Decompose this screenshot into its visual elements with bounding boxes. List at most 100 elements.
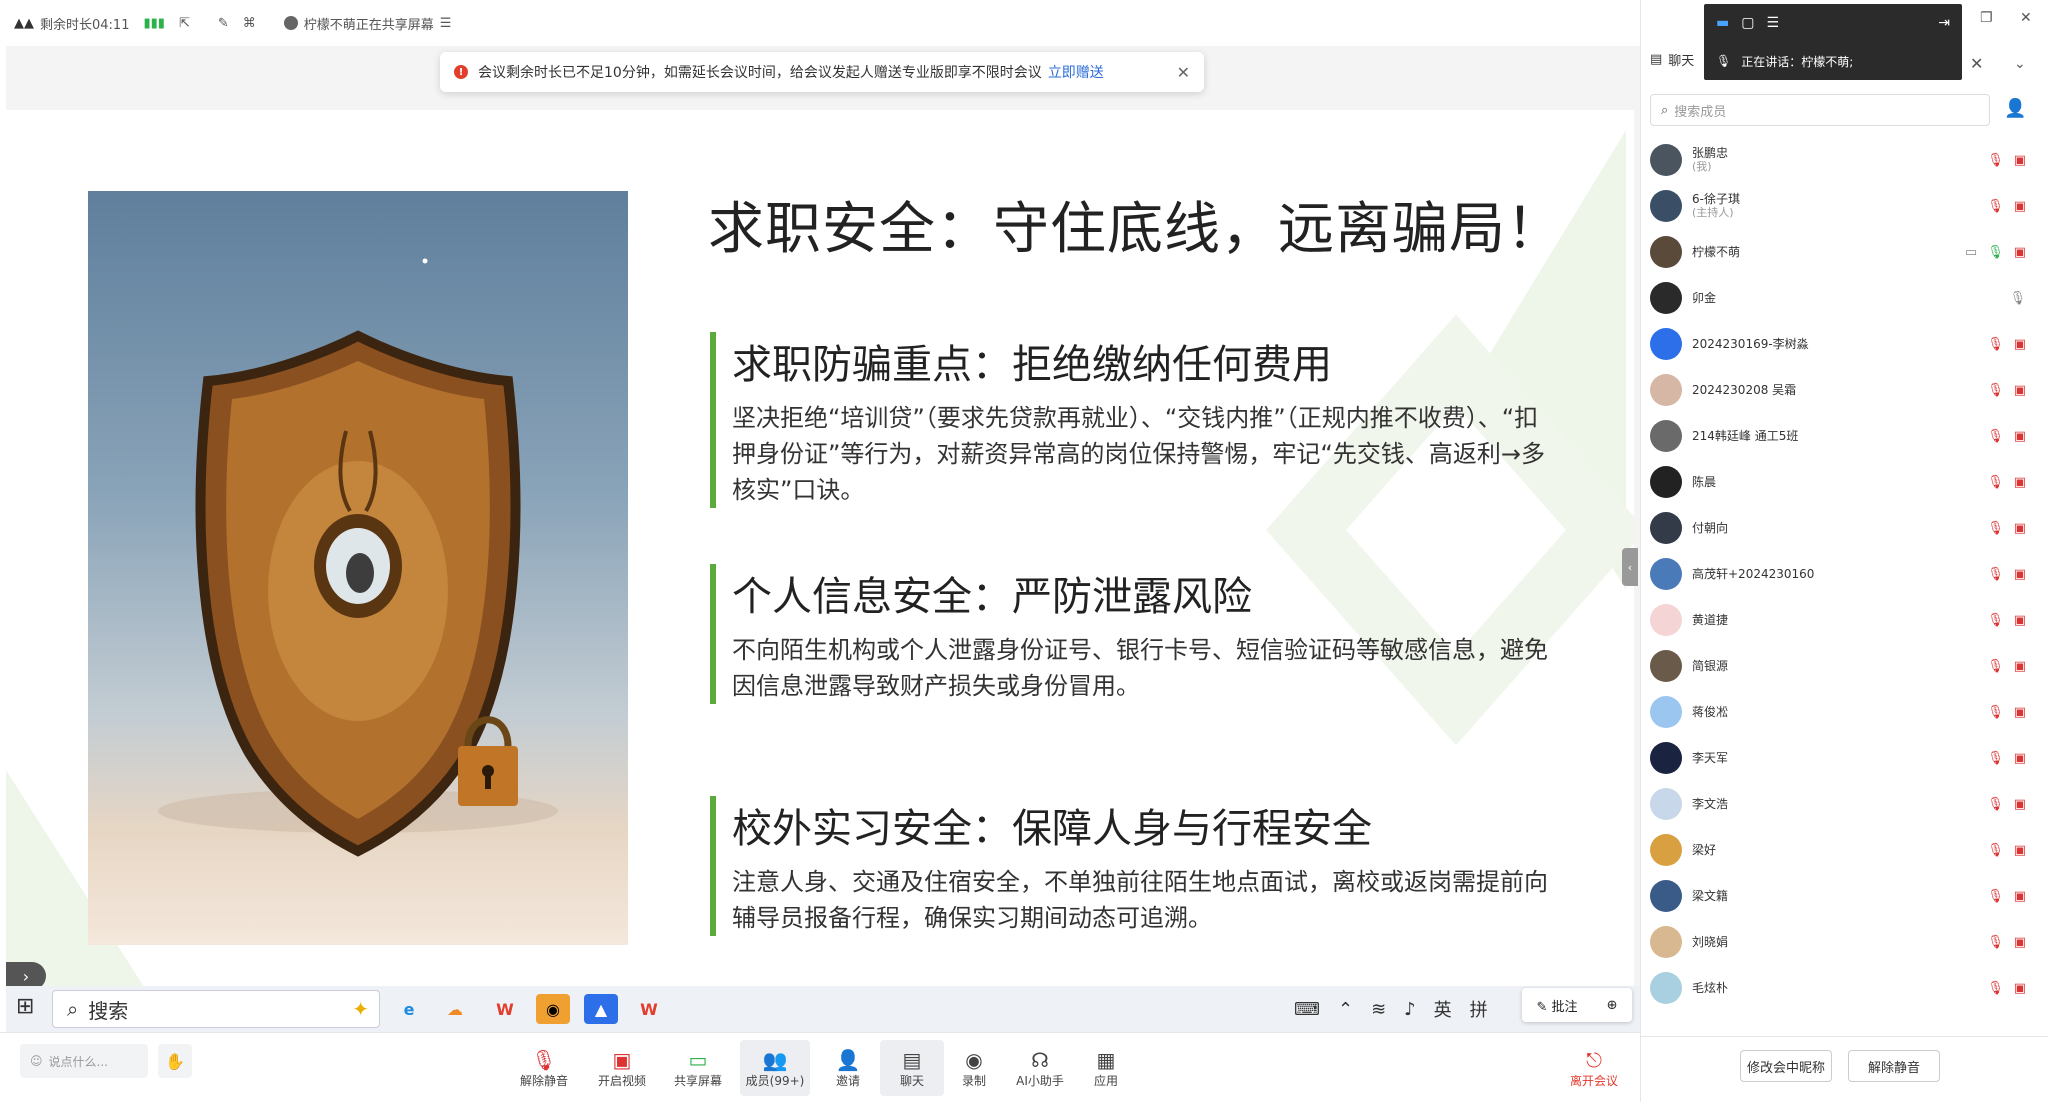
camera-off-icon[interactable]: ▣ <box>2014 797 2026 812</box>
camera-off-icon[interactable]: ▣ <box>2014 199 2026 214</box>
taskbar-search[interactable]: ⌕ 搜索 ✦ <box>52 990 380 1028</box>
ime-lang[interactable]: 英 <box>1434 996 1452 1022</box>
camera-off-icon[interactable]: ▣ <box>2014 383 2026 398</box>
member-item[interactable]: 张鹏忠 (我) 🎙 ▣ <box>1650 138 2040 182</box>
camera-off-icon[interactable]: ▣ <box>2014 843 2026 858</box>
leave-meeting-button[interactable]: ⎋ 离开会议 <box>1562 1040 1626 1096</box>
volume-icon[interactable]: ♪ <box>1404 999 1416 1020</box>
keyboard-icon[interactable]: ⌨ <box>1294 999 1320 1020</box>
ime-mode[interactable]: 拼 <box>1470 996 1488 1022</box>
camera-off-icon[interactable]: ▣ <box>2014 751 2026 766</box>
camera-off-icon[interactable]: ▣ <box>2014 935 2026 950</box>
member-item[interactable]: 刘晓娟 🎙 ▣ <box>1650 920 2040 964</box>
member-item[interactable]: 李文浩 🎙 ▣ <box>1650 782 2040 826</box>
rename-button[interactable]: 修改会中昵称 <box>1740 1050 1832 1082</box>
wps-pdf-icon[interactable]: W <box>632 994 666 1024</box>
mic-off-icon[interactable]: 🎙 <box>1987 199 2004 214</box>
member-item[interactable]: 李天军 🎙 ▣ <box>1650 736 2040 780</box>
unmute-button[interactable]: 🎙 解除静音 <box>512 1040 576 1096</box>
camera-off-icon[interactable]: ▣ <box>2014 613 2026 628</box>
camera-off-icon[interactable]: ▣ <box>2014 337 2026 352</box>
camera-off-icon[interactable]: ▣ <box>2014 981 2026 996</box>
mic-off-icon[interactable]: 🎙 <box>1987 843 2004 858</box>
panel-tab-chat[interactable]: ▤ 聊天 <box>1650 50 1694 69</box>
sharing-screen-icon[interactable]: ▭ <box>1965 245 1977 260</box>
meeting-app-icon[interactable]: ▲ <box>584 994 618 1024</box>
mic-off-icon[interactable]: 🎙 <box>1987 429 2004 444</box>
member-item[interactable]: 付朝向 🎙 ▣ <box>1650 506 2040 550</box>
mic-off-icon[interactable]: 🎙 <box>1987 383 2004 398</box>
translate-icon[interactable]: ⌘ <box>243 16 256 31</box>
windows-start-icon[interactable]: ⊞ <box>16 994 34 1019</box>
camera-off-icon[interactable]: ▣ <box>2014 245 2026 260</box>
member-item[interactable]: 卯金 🎙 <box>1650 276 2040 320</box>
gift-link[interactable]: 立即赠送 <box>1048 62 1104 82</box>
camera-off-icon[interactable]: ▣ <box>2014 153 2026 168</box>
mic-off-icon[interactable]: 🎙 <box>1987 659 2004 674</box>
mic-off-icon[interactable]: 🎙 <box>1987 613 2004 628</box>
add-member-icon[interactable]: 👤 <box>2004 98 2026 119</box>
close-window-icon[interactable]: ✕ <box>2020 10 2032 26</box>
collapse-icon[interactable]: ⇥ <box>1938 15 1950 31</box>
camera-off-icon[interactable]: ▣ <box>2014 705 2026 720</box>
mic-off-icon[interactable]: 🎙 <box>1987 889 2004 904</box>
mic-on-icon[interactable]: 🎙 <box>1987 245 2004 260</box>
member-item[interactable]: 陈晨 🎙 ▣ <box>1650 460 2040 504</box>
mic-icon[interactable]: 🎙 <box>2009 291 2026 306</box>
menu-icon[interactable]: ☰ <box>440 16 452 31</box>
wifi-icon[interactable]: ≋ <box>1371 999 1386 1020</box>
record-button[interactable]: ◉ 录制 <box>942 1040 1006 1096</box>
mic-off-icon[interactable]: 🎙 <box>1987 935 2004 950</box>
annotate-button[interactable]: ✎ 批注 <box>1537 996 1578 1015</box>
member-item[interactable]: 黄道捷 🎙 ▣ <box>1650 598 2040 642</box>
mic-off-icon[interactable]: 🎙 <box>1987 337 2004 352</box>
chevron-down-icon[interactable]: ⌄ <box>2014 56 2026 72</box>
member-item[interactable]: 214韩廷峰 通工5班 🎙 ▣ <box>1650 414 2040 458</box>
member-item[interactable]: 蒋俊凇 🎙 ▣ <box>1650 690 2040 734</box>
apps-button[interactable]: ▦ 应用 <box>1074 1040 1138 1096</box>
zoom-icon[interactable]: ⊕ <box>1607 998 1618 1013</box>
mic-off-icon[interactable]: 🎙 <box>1987 521 2004 536</box>
sharing-status[interactable]: 柠檬不萌正在共享屏幕 ☰ <box>283 14 452 33</box>
invite-button[interactable]: 👤 邀请 <box>816 1040 880 1096</box>
signal-icon[interactable]: ▮▮▮ <box>143 16 164 31</box>
camera-off-icon[interactable]: ▣ <box>2014 889 2026 904</box>
member-item[interactable]: 2024230169-李树淼 🎙 ▣ <box>1650 322 2040 366</box>
member-item[interactable]: 梁文籍 🎙 ▣ <box>1650 874 2040 918</box>
member-item[interactable]: 高茂轩+2024230160 🎙 ▣ <box>1650 552 2040 596</box>
wps-icon[interactable]: W <box>488 994 522 1024</box>
mic-off-icon[interactable]: 🎙 <box>1987 751 2004 766</box>
video-button[interactable]: ▣ 开启视频 <box>590 1040 654 1096</box>
members-button[interactable]: 👥 成员(99+) <box>740 1040 810 1096</box>
share-screen-button[interactable]: ▭ 共享屏幕 <box>666 1040 730 1096</box>
list-icon[interactable]: ☰ <box>1766 15 1779 31</box>
restore-window-icon[interactable]: ❐ <box>1980 10 1993 26</box>
close-panel-icon[interactable]: ✕ <box>1970 54 1983 73</box>
member-item[interactable]: 毛炫朴 🎙 ▣ <box>1650 966 2040 1010</box>
member-item[interactable]: 2024230208 吴霜 🎙 ▣ <box>1650 368 2040 412</box>
member-search-input[interactable]: ⌕ 搜索成员 <box>1650 94 1990 126</box>
annotate-off-icon[interactable]: ✎ <box>218 16 229 31</box>
member-item[interactable]: 柠檬不萌 ▭ 🎙 ▣ <box>1650 230 2040 274</box>
camera-off-icon[interactable]: ▣ <box>2014 429 2026 444</box>
camera-off-icon[interactable]: ▣ <box>2014 475 2026 490</box>
reaction-chat-input[interactable]: ☺ 说点什么... <box>20 1044 148 1078</box>
member-item[interactable]: 简银源 🎙 ▣ <box>1650 644 2040 688</box>
mic-off-icon[interactable]: 🎙 <box>1987 705 2004 720</box>
camera-off-icon[interactable]: ▣ <box>2014 521 2026 536</box>
member-item[interactable]: 6-徐子琪 (主持人) 🎙 ▣ <box>1650 184 2040 228</box>
mic-off-icon[interactable]: 🎙 <box>1987 153 2004 168</box>
edge-icon[interactable]: e <box>392 994 426 1024</box>
minimize-icon[interactable]: ▬ <box>1716 15 1729 31</box>
member-item[interactable]: 梁好 🎙 ▣ <box>1650 828 2040 872</box>
popout-icon[interactable]: ⇱ <box>179 16 190 31</box>
chat-button[interactable]: ▤ 聊天 <box>880 1040 944 1096</box>
close-icon[interactable]: ✕ <box>1177 63 1190 82</box>
collapse-panel-icon[interactable]: ‹ <box>1622 548 1638 586</box>
camera-off-icon[interactable]: ▣ <box>2014 567 2026 582</box>
mic-off-icon[interactable]: 🎙 <box>1987 797 2004 812</box>
camera-off-icon[interactable]: ▣ <box>2014 659 2026 674</box>
mic-off-icon[interactable]: 🎙 <box>1987 567 2004 582</box>
cloud-app-icon[interactable]: ☁ <box>438 994 472 1024</box>
window-icon[interactable]: ▢ <box>1741 15 1754 31</box>
